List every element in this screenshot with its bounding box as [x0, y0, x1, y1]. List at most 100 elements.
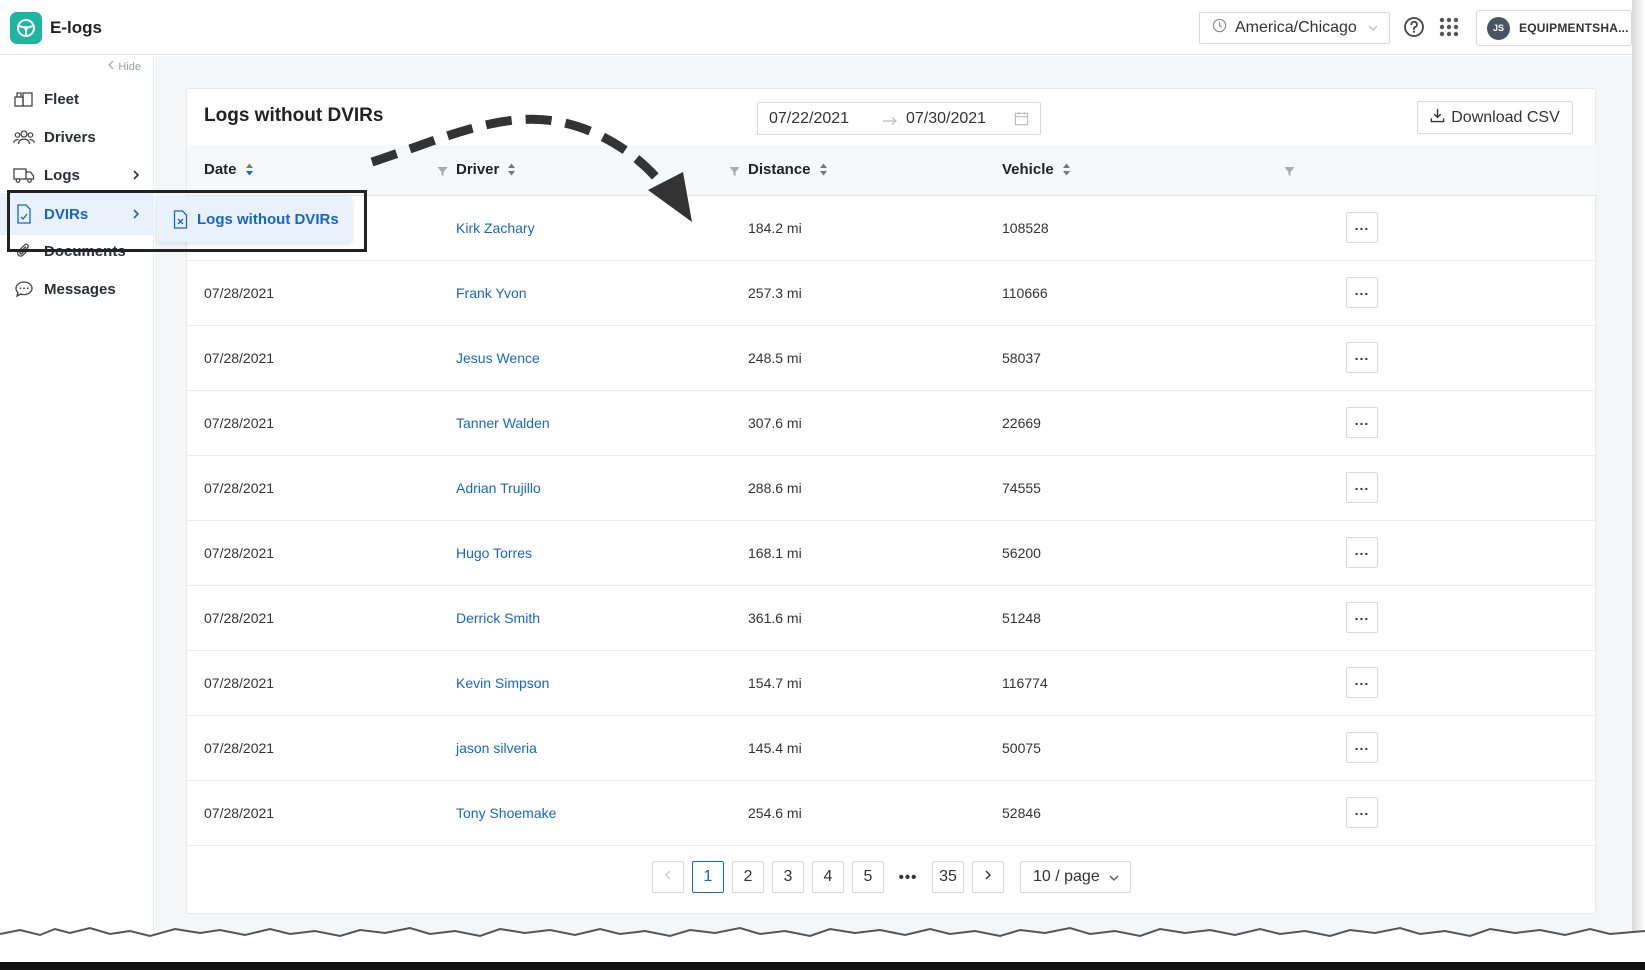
column-header-actions: [1346, 145, 1597, 196]
more-actions-button[interactable]: ...: [1346, 212, 1378, 243]
ellipsis-icon: ...: [1354, 801, 1370, 818]
truck-icon: [13, 164, 35, 186]
pagination: 1 2 3 4 5 ••• 35 10 / page: [652, 861, 1131, 893]
prev-page-button[interactable]: [652, 861, 684, 893]
timezone-value: America/Chicago: [1235, 19, 1357, 36]
cell-driver-link[interactable]: jason silveria: [456, 715, 748, 781]
brand[interactable]: E-logs: [10, 12, 102, 44]
page-4-button[interactable]: 4: [812, 861, 844, 893]
sidebar-item-fleet[interactable]: Fleet: [0, 79, 154, 119]
cell-driver-link[interactable]: Hugo Torres: [456, 520, 748, 586]
logs-card: Logs without DVIRs 07/22/2021 07/30/2021…: [186, 88, 1597, 914]
app-name: E-logs: [50, 18, 102, 37]
table-header-row: Date Driver Distance Vehicle: [187, 145, 1597, 196]
sort-icon[interactable]: [819, 163, 828, 176]
sidebar-item-label: Messages: [44, 280, 116, 298]
window-shadow: [1632, 0, 1645, 940]
cell-actions: ...: [1346, 195, 1597, 261]
apps-grid-icon[interactable]: [1439, 17, 1459, 42]
table-row: 07/28/2021 jason silveria 145.4 mi 50075…: [187, 715, 1597, 781]
cell-vehicle: 50075: [1002, 715, 1346, 781]
table-row: 07/28/2021 Tony Shoemake 254.6 mi 52846 …: [187, 780, 1597, 846]
chevron-right-icon: [132, 168, 140, 185]
cell-distance: 154.7 mi: [748, 650, 1002, 716]
more-actions-button[interactable]: ...: [1346, 537, 1378, 568]
cell-driver-link[interactable]: Adrian Trujillo: [456, 455, 748, 521]
user-name: EQUIPMENTSHA...: [1519, 21, 1629, 35]
last-page-button[interactable]: 35: [932, 861, 964, 893]
sort-icon[interactable]: [507, 163, 516, 176]
user-menu-button[interactable]: JS EQUIPMENTSHA...: [1476, 10, 1632, 46]
cell-distance: 184.2 mi: [748, 195, 1002, 261]
cell-date: 07/28/2021: [187, 780, 456, 846]
column-label: Date: [204, 161, 237, 179]
more-actions-button[interactable]: ...: [1346, 407, 1378, 438]
hide-label: Hide: [118, 60, 141, 73]
column-header-distance[interactable]: Distance: [748, 145, 1002, 196]
top-header: E-logs America/Chicago JS EQUIPMENTSHA..…: [0, 0, 1632, 55]
filter-icon[interactable]: [1284, 164, 1295, 181]
more-actions-button[interactable]: ...: [1346, 797, 1378, 828]
sidebar-item-drivers[interactable]: Drivers: [0, 117, 154, 157]
cell-distance: 145.4 mi: [748, 715, 1002, 781]
download-csv-button[interactable]: Download CSV: [1417, 101, 1573, 134]
sidebar-item-messages[interactable]: Messages: [0, 269, 154, 309]
timezone-select[interactable]: America/Chicago: [1199, 12, 1390, 44]
more-actions-button[interactable]: ...: [1346, 277, 1378, 308]
next-page-button[interactable]: [972, 861, 1004, 893]
sort-icon[interactable]: [1062, 163, 1071, 176]
date-range-picker[interactable]: 07/22/2021 07/30/2021: [757, 102, 1041, 135]
sort-icon[interactable]: [245, 163, 254, 176]
cell-actions: ...: [1346, 520, 1597, 586]
cell-date: 07/28/2021: [187, 585, 456, 651]
chevron-down-icon: [1367, 21, 1379, 39]
column-header-driver[interactable]: Driver: [456, 145, 748, 196]
more-actions-button[interactable]: ...: [1346, 602, 1378, 633]
more-actions-button[interactable]: ...: [1346, 472, 1378, 503]
cell-vehicle: 52846: [1002, 780, 1346, 846]
cell-driver-link[interactable]: Tanner Walden: [456, 390, 748, 456]
hide-sidebar-link[interactable]: Hide: [107, 60, 141, 73]
cell-actions: ...: [1346, 715, 1597, 781]
more-actions-button[interactable]: ...: [1346, 342, 1378, 373]
cell-vehicle: 110666: [1002, 260, 1346, 326]
page-size-select[interactable]: 10 / page: [1020, 861, 1131, 893]
filter-icon[interactable]: [437, 164, 448, 181]
cell-vehicle: 56200: [1002, 520, 1346, 586]
page-2-button[interactable]: 2: [732, 861, 764, 893]
cell-driver-link[interactable]: Frank Yvon: [456, 260, 748, 326]
help-icon[interactable]: [1403, 16, 1425, 43]
column-header-date[interactable]: Date: [187, 145, 456, 196]
cell-vehicle: 74555: [1002, 455, 1346, 521]
table-row: 07/28/2021 Frank Yvon 257.3 mi 110666 ..…: [187, 260, 1597, 326]
page-size-value: 10 / page: [1033, 868, 1100, 885]
start-date-input[interactable]: 07/22/2021: [769, 110, 849, 128]
cell-driver-link[interactable]: Derrick Smith: [456, 585, 748, 651]
page-title: Logs without DVIRs: [204, 105, 384, 126]
page-1-button[interactable]: 1: [692, 861, 724, 893]
cell-driver-link[interactable]: Jesus Wence: [456, 325, 748, 391]
cell-driver-link[interactable]: Kevin Simpson: [456, 650, 748, 716]
page-5-button[interactable]: 5: [852, 861, 884, 893]
cell-driver-link[interactable]: Kirk Zachary: [456, 195, 748, 261]
more-actions-button[interactable]: ...: [1346, 732, 1378, 763]
page-3-button[interactable]: 3: [772, 861, 804, 893]
more-actions-button[interactable]: ...: [1346, 667, 1378, 698]
cell-distance: 257.3 mi: [748, 260, 1002, 326]
cell-distance: 288.6 mi: [748, 455, 1002, 521]
column-header-vehicle[interactable]: Vehicle: [1002, 145, 1346, 196]
sidebar-item-label: Drivers: [44, 128, 96, 146]
sidebar-item-logs[interactable]: Logs: [0, 155, 154, 195]
cell-actions: ...: [1346, 390, 1597, 456]
more-pages-ellipsis[interactable]: •••: [892, 869, 924, 886]
cell-driver-link[interactable]: Tony Shoemake: [456, 780, 748, 846]
table-row: 07/28/2021 Adrian Trujillo 288.6 mi 7455…: [187, 455, 1597, 521]
cell-date: 07/28/2021: [187, 455, 456, 521]
cell-distance: 248.5 mi: [748, 325, 1002, 391]
cell-date: 07/28/2021: [187, 390, 456, 456]
end-date-input[interactable]: 07/30/2021: [906, 110, 986, 128]
cell-actions: ...: [1346, 780, 1597, 846]
ellipsis-icon: ...: [1354, 476, 1370, 493]
filter-icon[interactable]: [729, 164, 740, 181]
column-label: Driver: [456, 161, 500, 179]
